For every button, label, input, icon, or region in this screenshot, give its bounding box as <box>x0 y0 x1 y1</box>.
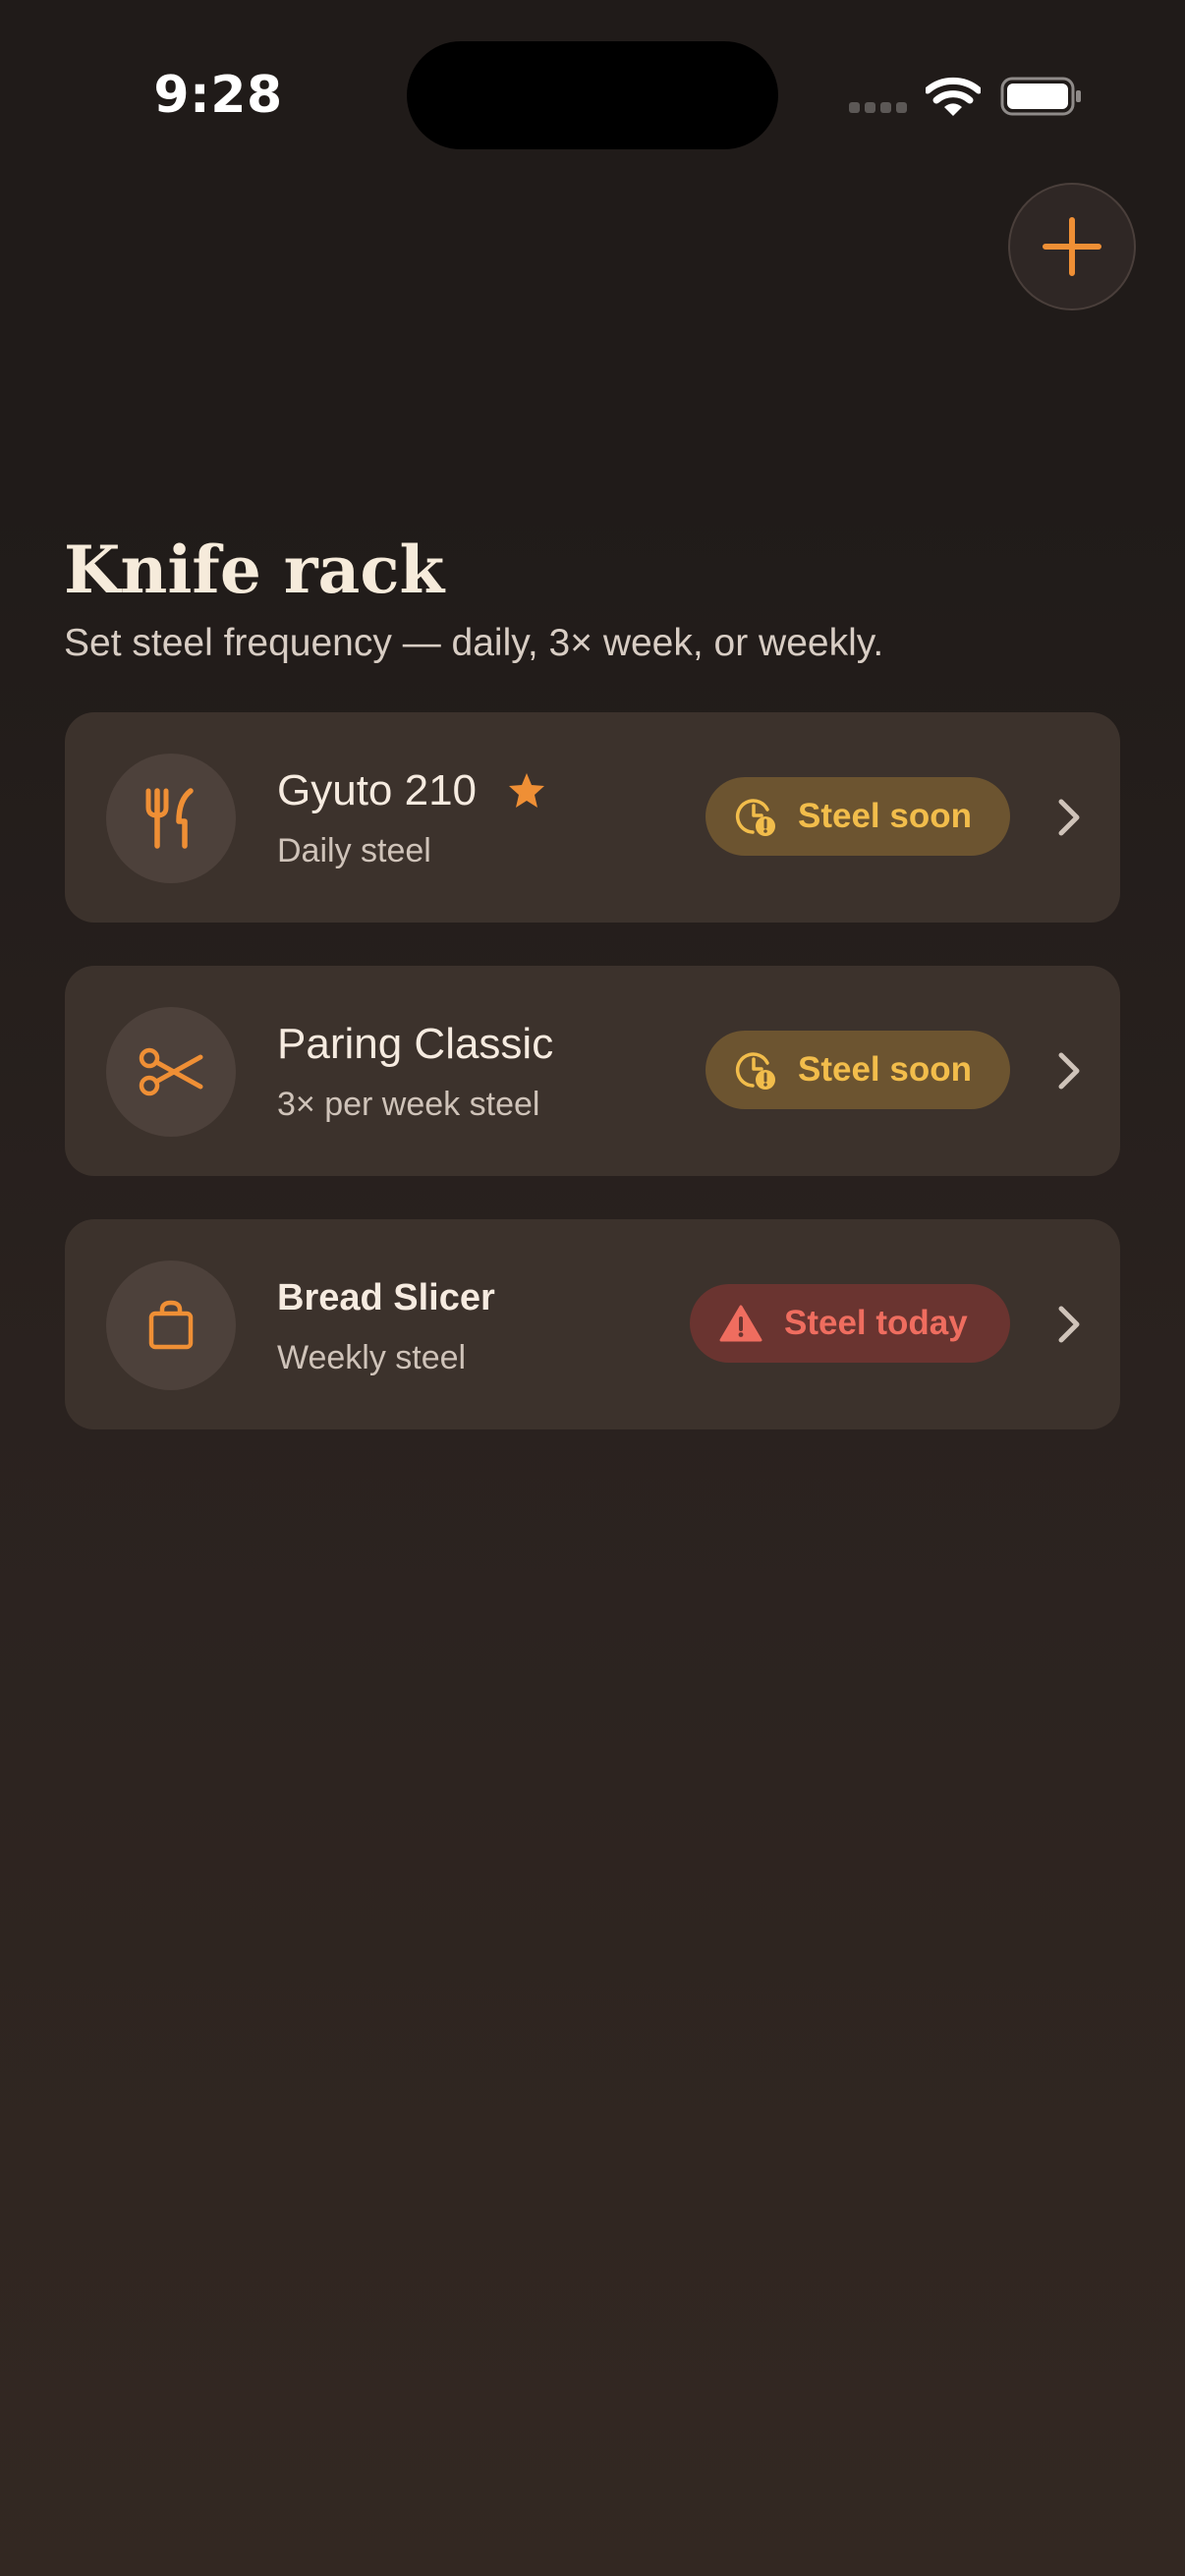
knife-name: Gyuto 210 <box>277 766 478 814</box>
knife-name: Paring Classic <box>277 1020 554 1068</box>
dynamic-island <box>407 41 778 149</box>
scissors-icon <box>139 1047 203 1096</box>
knife-name: Bread Slicer <box>277 1277 495 1318</box>
knife-icon-circle <box>106 754 236 883</box>
knife-card-gyuto-210[interactable]: Gyuto 210 Daily steel Steel soon <box>65 712 1120 923</box>
fork-knife-icon <box>145 788 194 849</box>
status-badge: Steel soon <box>705 777 1010 856</box>
knife-frequency: 3× per week steel <box>277 1086 540 1123</box>
chevron-right-icon <box>1058 1306 1080 1343</box>
warning-triangle-icon <box>719 1305 762 1342</box>
knife-card-bread-slicer[interactable]: Bread Slicer Weekly steel Steel today <box>65 1219 1120 1429</box>
knife-frequency: Daily steel <box>277 832 431 869</box>
page-subtitle: Set steel frequency — daily, 3× week, or… <box>64 622 884 664</box>
screen: 9:28 Knife rack Set steel frequency — da… <box>0 0 1185 2576</box>
knife-icon-circle <box>106 1007 236 1137</box>
chevron-right-icon <box>1058 1052 1080 1090</box>
clock-alert-icon <box>735 1052 775 1090</box>
status-badge-label: Steel today <box>784 1304 968 1342</box>
chevron-right-icon <box>1058 799 1080 836</box>
status-badge-label: Steel soon <box>798 797 972 835</box>
knife-frequency: Weekly steel <box>277 1339 467 1376</box>
plus-icon <box>1043 217 1101 276</box>
knife-card-paring-classic[interactable]: Paring Classic 3× per week steel Steel s… <box>65 966 1120 1176</box>
favorite-star-icon <box>509 773 544 808</box>
wifi-icon <box>926 77 981 116</box>
add-knife-button[interactable] <box>1008 183 1136 310</box>
page-title: Knife rack <box>64 532 445 608</box>
bag-icon <box>148 1300 194 1350</box>
status-badge: Steel today <box>690 1284 1010 1363</box>
status-badge: Steel soon <box>705 1031 1010 1109</box>
clock-alert-icon <box>735 799 775 836</box>
cellular-signal-icon <box>849 102 908 116</box>
status-time: 9:28 <box>153 66 283 125</box>
status-badge-label: Steel soon <box>798 1050 972 1089</box>
battery-icon <box>1000 77 1081 116</box>
knife-icon-circle <box>106 1260 236 1390</box>
